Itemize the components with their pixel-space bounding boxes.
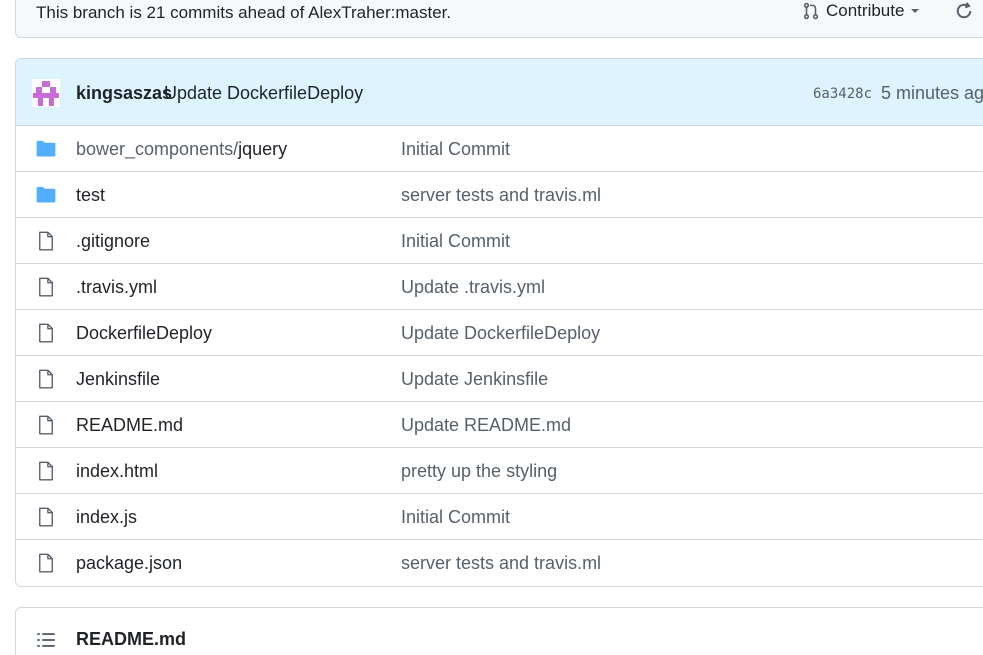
readme-title[interactable]: README.md: [76, 629, 186, 650]
file-commit-message[interactable]: Update DockerfileDeploy: [401, 323, 600, 344]
file-dir-prefix: bower_components/: [76, 139, 239, 159]
file-name-link[interactable]: index.js: [76, 507, 137, 528]
file-row[interactable]: index.js Initial Commit: [16, 494, 983, 540]
file-browser: kingsaszas Update DockerfileDeploy 6a342…: [15, 58, 983, 587]
readme-panel: README.md: [15, 607, 983, 655]
file-name-link[interactable]: test: [76, 185, 105, 206]
file-icon: [39, 415, 53, 435]
file-name-link[interactable]: DockerfileDeploy: [76, 323, 212, 344]
file-name: README.md: [76, 415, 184, 435]
file-commit-message[interactable]: Initial Commit: [401, 139, 510, 160]
file-name-link[interactable]: README.md: [76, 415, 183, 436]
file-name: .travis.yml: [76, 277, 157, 297]
file-commit-message[interactable]: pretty up the styling: [401, 461, 557, 482]
file-list: bower_components/jquery Initial Commit tes…: [16, 126, 983, 586]
file-name-link[interactable]: bower_components/jquery: [76, 139, 287, 160]
commit-sha[interactable]: 6a3428c: [813, 86, 872, 102]
latest-commit-row: kingsaszas Update DockerfileDeploy 6a342…: [16, 59, 983, 126]
file-name: jquery: [238, 139, 288, 159]
file-row[interactable]: .gitignore Initial Commit: [16, 218, 983, 264]
file-name: .gitignore: [76, 231, 151, 251]
file-row[interactable]: .travis.yml Update .travis.yml: [16, 264, 983, 310]
contribute-button[interactable]: Contribute: [802, 1, 920, 21]
file-icon: [39, 461, 53, 481]
file-row[interactable]: README.md Update README.md: [16, 402, 983, 448]
file-name: index.html: [76, 461, 159, 481]
file-commit-message[interactable]: Update .travis.yml: [401, 277, 545, 298]
file-name: test: [76, 185, 106, 205]
folder-icon: [36, 186, 56, 203]
commit-message[interactable]: Update DockerfileDeploy: [164, 83, 363, 104]
contribute-label: Contribute: [826, 1, 905, 20]
file-row[interactable]: package.json server tests and travis.ml: [16, 540, 983, 586]
list-icon[interactable]: [36, 630, 56, 650]
file-icon: [39, 553, 53, 573]
file-commit-message[interactable]: Initial Commit: [401, 507, 510, 528]
sync-icon[interactable]: [954, 1, 974, 21]
file-row[interactable]: test server tests and travis.ml: [16, 172, 983, 218]
file-row[interactable]: Jenkinsfile Update Jenkinsfile: [16, 356, 983, 402]
file-icon: [39, 369, 53, 389]
file-name-link[interactable]: .gitignore: [76, 231, 150, 252]
file-icon: [39, 231, 53, 251]
avatar[interactable]: [32, 79, 60, 107]
folder-icon: [36, 140, 56, 157]
commit-author[interactable]: kingsaszas: [76, 83, 172, 104]
file-row[interactable]: index.html pretty up the styling: [16, 448, 983, 494]
file-name-link[interactable]: package.json: [76, 553, 182, 574]
file-row[interactable]: DockerfileDeploy Update DockerfileDeploy: [16, 310, 983, 356]
branch-status-text: This branch is 21 commits ahead of AlexT…: [36, 3, 452, 22]
file-icon: [39, 277, 53, 297]
file-name: Jenkinsfile: [76, 369, 161, 389]
file-commit-message[interactable]: server tests and travis.ml: [401, 185, 601, 206]
file-name-link[interactable]: .travis.yml: [76, 277, 157, 298]
file-row[interactable]: bower_components/jquery Initial Commit: [16, 126, 983, 172]
file-name: index.js: [76, 507, 138, 527]
chevron-down-icon: [911, 9, 920, 13]
branch-status-box: This branch is 21 commits ahead of AlexT…: [15, 0, 983, 38]
file-commit-message[interactable]: Update README.md: [401, 415, 571, 436]
file-commit-message[interactable]: Initial Commit: [401, 231, 510, 252]
file-commit-message[interactable]: server tests and travis.ml: [401, 553, 601, 574]
file-commit-message[interactable]: Update Jenkinsfile: [401, 369, 548, 390]
file-name-link[interactable]: Jenkinsfile: [76, 369, 160, 390]
commit-time: 5 minutes ago: [881, 83, 983, 103]
file-icon: [39, 323, 53, 343]
file-icon: [39, 507, 53, 527]
file-name: DockerfileDeploy: [76, 323, 213, 343]
file-name-link[interactable]: index.html: [76, 461, 158, 482]
git-pull-request-icon: [803, 2, 819, 20]
file-name: package.json: [76, 553, 183, 573]
